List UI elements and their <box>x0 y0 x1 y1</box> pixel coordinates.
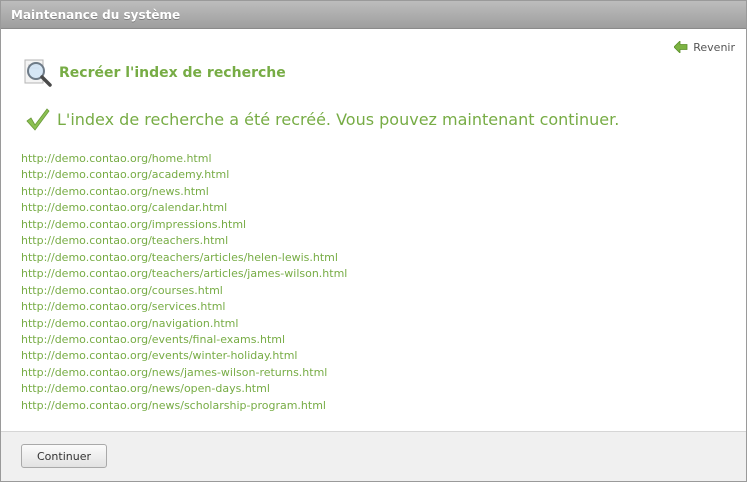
back-link-label: Revenir <box>693 40 735 54</box>
back-arrow-icon <box>673 40 688 54</box>
indexed-url[interactable]: http://demo.contao.org/impressions.html <box>21 217 347 233</box>
section-heading: Recréer l'index de recherche <box>23 58 286 88</box>
indexed-url[interactable]: http://demo.contao.org/news/scholarship-… <box>21 398 347 414</box>
indexed-url[interactable]: http://demo.contao.org/calendar.html <box>21 200 347 216</box>
indexed-url[interactable]: http://demo.contao.org/news/open-days.ht… <box>21 381 347 397</box>
indexed-url[interactable]: http://demo.contao.org/navigation.html <box>21 316 347 332</box>
back-link[interactable]: Revenir <box>673 39 735 55</box>
indexed-url[interactable]: http://demo.contao.org/teachers/articles… <box>21 266 347 282</box>
indexed-url[interactable]: http://demo.contao.org/services.html <box>21 299 347 315</box>
confirmation-text: L'index de recherche a été recréé. Vous … <box>57 109 620 129</box>
search-magnifier-icon <box>23 58 53 88</box>
indexed-url[interactable]: http://demo.contao.org/news.html <box>21 184 347 200</box>
panel-footer: Continuer <box>1 431 746 481</box>
panel-header: Maintenance du système <box>1 1 746 29</box>
checkmark-icon <box>25 106 51 132</box>
confirmation-message: L'index de recherche a été recréé. Vous … <box>25 105 619 133</box>
indexed-url[interactable]: http://demo.contao.org/news/james-wilson… <box>21 365 347 381</box>
indexed-url[interactable]: http://demo.contao.org/events/winter-hol… <box>21 348 347 364</box>
maintenance-panel: Maintenance du système Revenir Recréer l… <box>0 0 747 482</box>
panel-title: Maintenance du système <box>11 8 181 22</box>
indexed-url[interactable]: http://demo.contao.org/academy.html <box>21 167 347 183</box>
section-title: Recréer l'index de recherche <box>59 65 286 81</box>
continue-button[interactable]: Continuer <box>21 444 107 468</box>
indexed-url[interactable]: http://demo.contao.org/teachers/articles… <box>21 250 347 266</box>
indexed-url-list: http://demo.contao.org/home.html http://… <box>21 151 347 414</box>
indexed-url[interactable]: http://demo.contao.org/events/final-exam… <box>21 332 347 348</box>
indexed-url[interactable]: http://demo.contao.org/teachers.html <box>21 233 347 249</box>
indexed-url[interactable]: http://demo.contao.org/home.html <box>21 151 347 167</box>
indexed-url[interactable]: http://demo.contao.org/courses.html <box>21 283 347 299</box>
